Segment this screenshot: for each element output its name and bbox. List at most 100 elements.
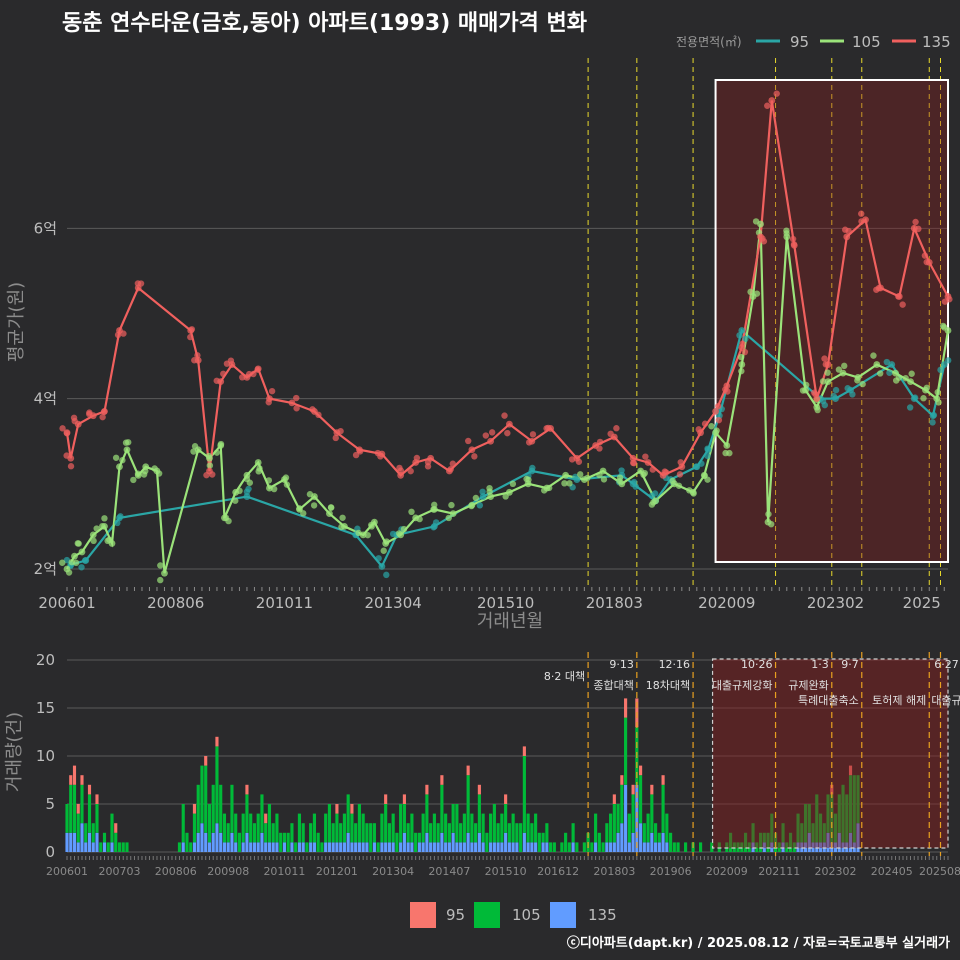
- volume-bar-135: [331, 842, 335, 852]
- volume-bar-105: [489, 813, 493, 843]
- volume-x-tick-label: 200908: [207, 865, 249, 878]
- volume-bar-105: [361, 813, 365, 843]
- volume-bar-135: [87, 832, 92, 852]
- price-point-135: [309, 406, 316, 413]
- volume-bar-105: [87, 794, 92, 833]
- volume-bar-135: [309, 842, 313, 852]
- volume-bar-95: [114, 823, 118, 833]
- price-point-105: [122, 439, 130, 446]
- volume-bar-105: [196, 784, 200, 833]
- volume-bar-105: [241, 813, 245, 843]
- price-point-105: [306, 491, 314, 498]
- price-point-105: [923, 384, 931, 392]
- price-point-105: [873, 361, 881, 368]
- volume-bar-135: [365, 842, 369, 852]
- volume-bar-105: [391, 813, 395, 843]
- volume-bar-105: [537, 832, 541, 852]
- price-point-135: [471, 453, 478, 460]
- volume-bar-135: [95, 832, 99, 852]
- volume-bar-105: [624, 717, 628, 785]
- volume-bar-105: [410, 813, 414, 843]
- price-point-105: [270, 485, 278, 493]
- volume-bar-105: [114, 832, 118, 852]
- price-y-axis-title: 평균가(원): [6, 282, 27, 362]
- volume-bar-135: [196, 832, 200, 852]
- volume-bar-135: [297, 842, 302, 852]
- volume-x-tick-label: 201201: [316, 865, 358, 878]
- price-point-135: [701, 420, 709, 427]
- volume-bar-95: [264, 813, 268, 824]
- volume-bar-105: [605, 823, 609, 843]
- price-point-135: [63, 430, 71, 437]
- volume-bar-105: [354, 823, 358, 843]
- price-point-135: [187, 333, 194, 341]
- volume-bar-105: [286, 832, 290, 852]
- price-point-135: [250, 370, 257, 378]
- volume-bar-105: [425, 794, 429, 833]
- volume-x-tick-label: 200601: [46, 865, 88, 878]
- volume-bar-95: [425, 784, 429, 795]
- volume-x-tick-label: 202508: [919, 865, 960, 878]
- price-highlight-box: [714, 79, 950, 563]
- price-point-105: [283, 481, 291, 488]
- price-point-135: [858, 210, 865, 217]
- bottom-legend-swatch-95: [410, 902, 436, 928]
- price-point-135: [447, 465, 454, 473]
- volume-bar-135: [417, 842, 421, 852]
- volume-bar-135: [207, 842, 212, 852]
- volume-bar-135: [354, 842, 358, 852]
- price-point-105: [90, 537, 97, 545]
- price-point-135: [899, 301, 906, 308]
- price-point-95: [476, 502, 484, 509]
- price-x-tick-label: 2025: [903, 594, 941, 612]
- price-point-105: [364, 531, 371, 539]
- volume-bar-105: [305, 842, 309, 852]
- volume-bar-105: [429, 823, 433, 843]
- volume-bar-105: [106, 842, 110, 852]
- price-point-105: [523, 475, 530, 483]
- volume-bar-105: [665, 813, 669, 843]
- price-x-tick-label: 201304: [365, 594, 422, 612]
- price-point-135: [715, 416, 723, 424]
- price-point-135: [921, 252, 929, 259]
- volume-x-tick-label: 201803: [593, 865, 635, 878]
- price-point-105: [327, 504, 335, 511]
- price-point-135: [649, 466, 656, 473]
- price-point-105: [68, 558, 75, 566]
- price-point-135: [487, 437, 495, 445]
- price-point-135: [59, 425, 66, 432]
- price-point-135: [607, 430, 614, 438]
- volume-bar-135: [241, 842, 245, 852]
- volume-y-axis-title: 거래량(건): [4, 712, 25, 792]
- volume-bar-135: [267, 842, 272, 852]
- volume-bar-105: [267, 804, 272, 843]
- volume-x-tick-label: 200806: [155, 865, 197, 878]
- volume-bar-105: [376, 842, 380, 852]
- volume-bar-105: [264, 823, 268, 843]
- volume-bar-135: [181, 842, 185, 852]
- price-point-135: [223, 360, 231, 367]
- price-point-135: [397, 467, 405, 474]
- volume-bar-135: [444, 842, 448, 852]
- volume-bar-105: [597, 832, 601, 852]
- price-point-135: [575, 458, 583, 465]
- volume-bar-105: [65, 804, 69, 833]
- volume-bar-95: [402, 794, 406, 804]
- price-point-105: [799, 387, 807, 394]
- price-point-135: [843, 233, 851, 241]
- volume-bar-135: [110, 842, 114, 852]
- volume-bar-105: [189, 842, 193, 852]
- volume-bar-135: [275, 842, 279, 852]
- price-point-105: [338, 523, 345, 531]
- volume-bar-135: [391, 842, 395, 852]
- volume-bar-135: [507, 842, 511, 852]
- volume-bar-105: [245, 794, 249, 833]
- volume-bar-135: [477, 832, 481, 852]
- volume-bar-135: [222, 842, 227, 852]
- volume-bar-135: [522, 832, 526, 852]
- volume-bar-135: [384, 842, 388, 852]
- volume-bar-105: [545, 823, 549, 843]
- price-x-axis-title: 거래년월: [477, 611, 543, 632]
- volume-bar-105: [76, 813, 80, 843]
- volume-bar-105: [256, 813, 260, 843]
